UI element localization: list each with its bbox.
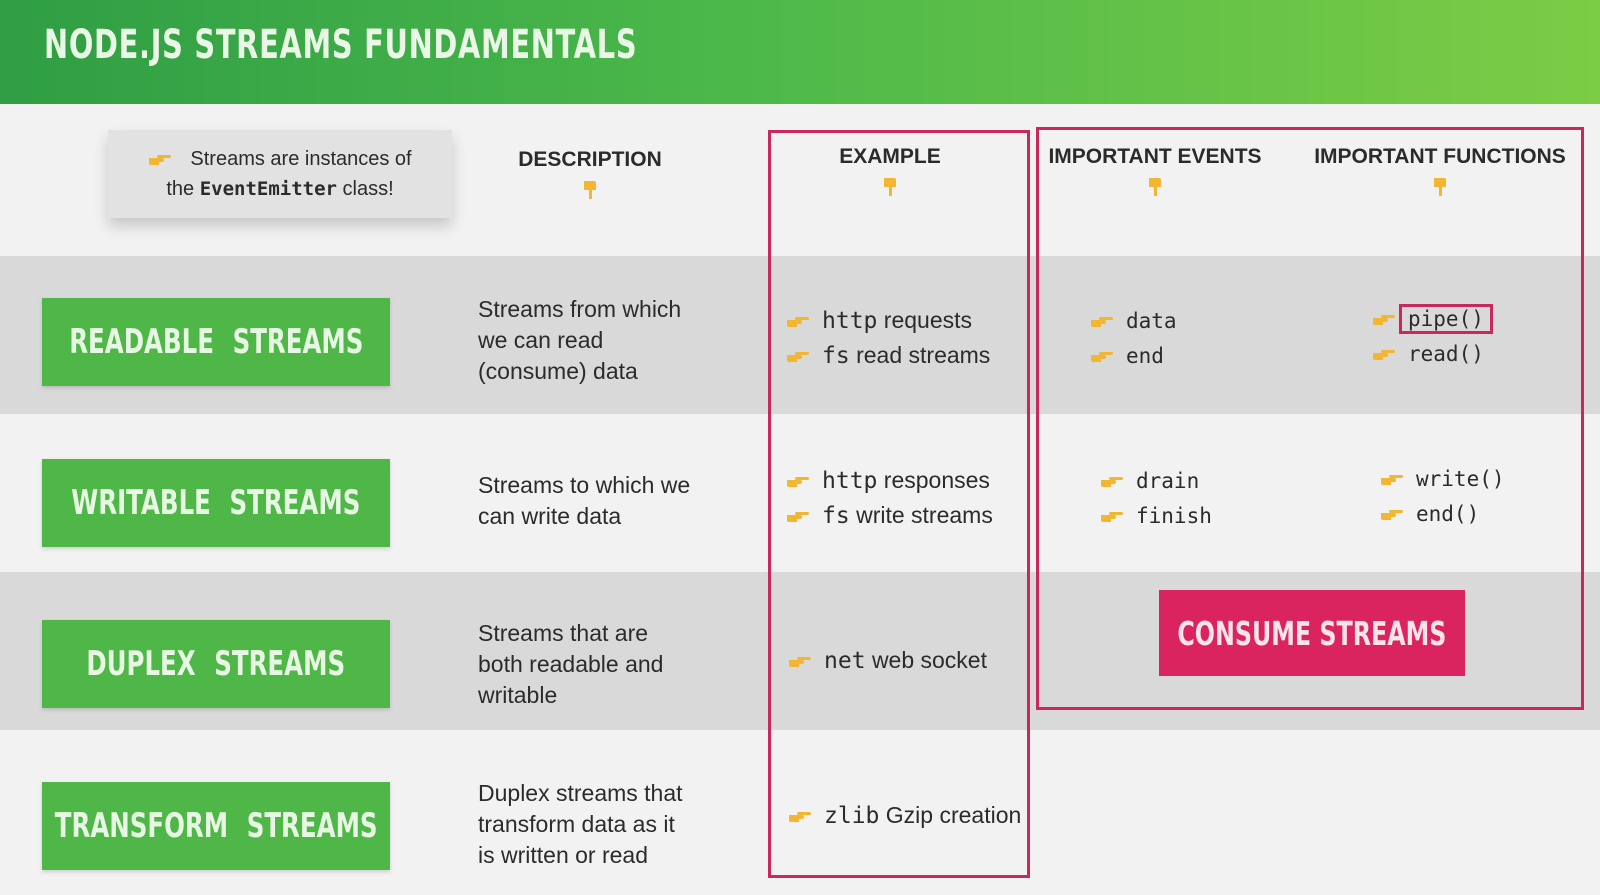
desc-line: Duplex streams that xyxy=(478,780,683,806)
writable-streams-label: WRITABLE STREAMS xyxy=(42,459,390,547)
duplex-description: Streams that are both readable and writa… xyxy=(478,618,728,711)
consume-streams-label: CONSUME STREAMS xyxy=(1177,613,1447,653)
readable-description: Streams from which we can read (consume)… xyxy=(478,294,728,387)
writable-description: Streams to which we can write data xyxy=(478,470,728,532)
note-suffix: class! xyxy=(342,178,394,200)
duplex-streams-label: DUPLEX STREAMS xyxy=(42,620,390,708)
note-the: the xyxy=(166,178,195,200)
note-text-1: Streams are instances of xyxy=(190,148,412,170)
pointing-down-hand-icon xyxy=(584,181,596,199)
header-bar: NODE.JS STREAMS FUNDAMENTALS xyxy=(0,0,1600,104)
writable-streams-label-text: WRITABLE STREAMS xyxy=(71,483,361,523)
desc-line: writable xyxy=(478,682,558,708)
column-header-description-label: DESCRIPTION xyxy=(518,148,662,171)
desc-line: Streams to which we xyxy=(478,472,691,498)
desc-line: both readable and xyxy=(478,651,664,677)
transform-description: Duplex streams that transform data as it… xyxy=(478,778,728,871)
duplex-streams-label-text: DUPLEX STREAMS xyxy=(86,644,346,684)
readable-streams-label: READABLE STREAMS xyxy=(42,298,390,386)
pointing-right-hand-icon xyxy=(149,155,172,165)
consume-streams-button[interactable]: CONSUME STREAMS xyxy=(1159,590,1465,676)
note-code: EventEmitter xyxy=(199,178,337,200)
page-title: NODE.JS STREAMS FUNDAMENTALS xyxy=(44,22,638,68)
desc-line: transform data as it xyxy=(478,811,675,837)
transform-streams-label-text: TRANSFORM STREAMS xyxy=(54,806,378,846)
readable-streams-label-text: READABLE STREAMS xyxy=(68,322,364,362)
desc-line: Streams from which xyxy=(478,296,682,322)
transform-streams-label: TRANSFORM STREAMS xyxy=(42,782,390,870)
desc-line: (consume) data xyxy=(478,358,638,384)
desc-line: can write data xyxy=(478,503,622,529)
desc-line: is written or read xyxy=(478,842,649,868)
desc-line: we can read xyxy=(478,327,604,353)
example-column-frame xyxy=(768,130,1030,878)
desc-line: Streams that are xyxy=(478,620,649,646)
column-header-description: DESCRIPTION xyxy=(490,148,690,200)
eventemitter-note: Streams are instances of the EventEmitte… xyxy=(108,130,452,218)
